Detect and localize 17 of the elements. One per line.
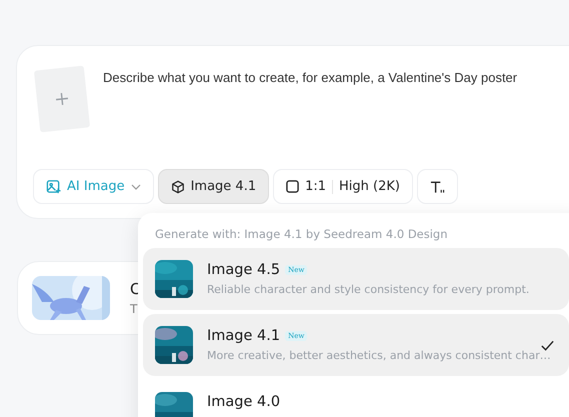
plus-icon [55, 92, 69, 106]
model-description: More creative, better aesthetics, and always consistent char… [207, 348, 551, 364]
text-style-icon [430, 180, 445, 194]
quality-label: High (2K) [339, 179, 400, 194]
model-name: Image 4.0 [207, 393, 280, 412]
text-style-button[interactable] [416, 169, 458, 204]
chevron-down-icon [130, 184, 141, 190]
ratio-label: 1:1 [305, 179, 326, 194]
cube-icon [170, 180, 185, 194]
square-icon [286, 180, 300, 193]
image-icon [46, 179, 61, 194]
card-subtitle: T [130, 302, 138, 316]
prompt-field[interactable]: Describe what you want to create, for example, a Valentine's Day poster [103, 68, 569, 86]
model-option[interactable]: Image 4.0 [143, 380, 569, 417]
model-button[interactable]: Image 4.1 [158, 169, 270, 204]
menu-header: Generate with: Image 4.1 by Seedream 4.0 Design [155, 227, 449, 241]
size-button[interactable]: 1:1 High (2K) [273, 169, 413, 204]
